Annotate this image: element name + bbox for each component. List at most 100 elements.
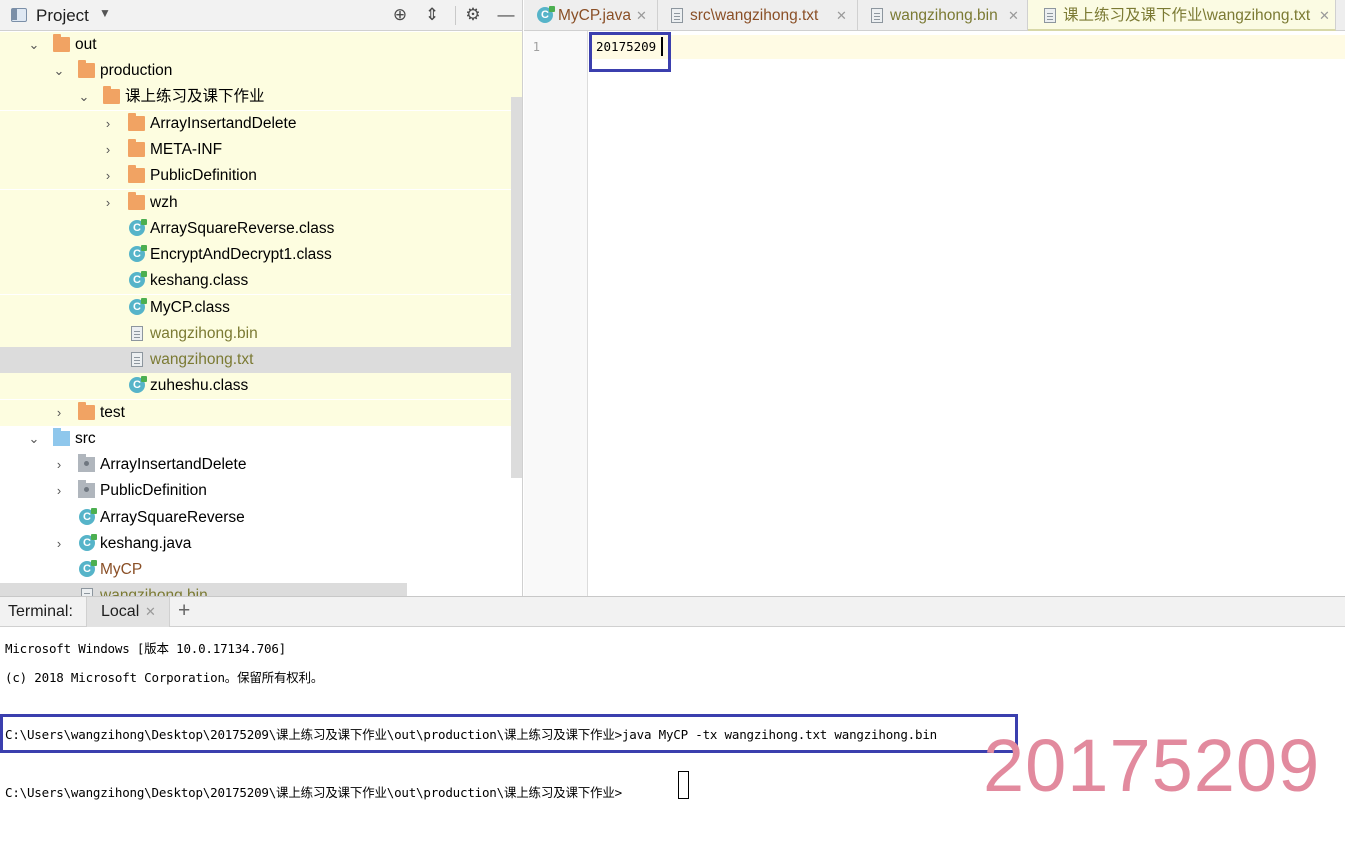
tree-item-mycp-class[interactable]: C MyCP.class xyxy=(0,295,522,321)
tree-item-src-keshang-java[interactable]: › C keshang.java xyxy=(0,531,522,557)
collapse-all-icon[interactable]: ⇕ xyxy=(420,4,444,26)
class-file-icon: C xyxy=(129,298,147,315)
chevron-right-icon[interactable]: › xyxy=(52,531,66,557)
tree-item-label: META-INF xyxy=(150,141,223,158)
tree-item-label: ArraySquareReverse xyxy=(100,509,245,526)
project-panel: Project ▼ ⊕ ⇕ ⚙ — ⌄ out ⌄ production ⌄ 课… xyxy=(0,0,523,596)
tree-item-zuheshu-class[interactable]: C zuheshu.class xyxy=(0,373,522,399)
tree-item-src-publicdefinition[interactable]: › PublicDefinition xyxy=(0,478,522,504)
folder-icon xyxy=(78,60,95,78)
tab-course-wangzihong-txt[interactable]: 课上练习及课下作业\wangzihong.txt ✕ xyxy=(1028,0,1336,31)
folder-icon xyxy=(53,34,70,52)
tree-item-label: zuheshu.class xyxy=(150,377,249,394)
text-file-icon xyxy=(131,326,143,341)
class-file-icon: C xyxy=(129,219,147,236)
new-terminal-button[interactable]: + xyxy=(178,599,190,623)
tree-item-label: ArrayInsertandDelete xyxy=(100,456,247,473)
close-icon[interactable]: ✕ xyxy=(836,0,847,31)
tree-item-meta-inf[interactable]: › META-INF xyxy=(0,137,522,163)
tree-item-label: ArraySquareReverse.class xyxy=(150,220,335,237)
chevron-right-icon[interactable]: › xyxy=(101,111,115,137)
tree-item-wangzihong-txt[interactable]: wangzihong.txt xyxy=(0,347,522,373)
tree-item-label: EncryptAndDecrypt1.class xyxy=(150,246,332,263)
tree-item-encryptanddecrypt1-class[interactable]: C EncryptAndDecrypt1.class xyxy=(0,242,522,268)
chevron-down-icon[interactable]: ⌄ xyxy=(77,84,91,110)
annotation-box xyxy=(0,714,1018,753)
project-panel-title[interactable]: Project xyxy=(36,6,89,26)
tree-item-arraysquarereverse-class[interactable]: C ArraySquareReverse.class xyxy=(0,216,522,242)
close-icon[interactable]: ✕ xyxy=(145,604,156,620)
folder-icon xyxy=(103,86,120,104)
close-icon[interactable]: ✕ xyxy=(1008,0,1019,31)
project-view-icon xyxy=(11,8,27,22)
terminal-line: (c) 2018 Microsoft Corporation。保留所有权利。 xyxy=(5,670,324,685)
folder-icon xyxy=(128,192,145,210)
chevron-right-icon[interactable]: › xyxy=(101,190,115,216)
tree-item-out[interactable]: ⌄ out xyxy=(0,32,522,58)
locate-file-icon[interactable]: ⊕ xyxy=(388,4,412,26)
terminal-line-prompt: C:\Users\wangzihong\Desktop\20175209\课上练… xyxy=(5,785,622,800)
chevron-down-icon[interactable]: ⌄ xyxy=(52,58,66,84)
tree-item-src-arrayinsertanddelete[interactable]: › ArrayInsertandDelete xyxy=(0,452,522,478)
tree-item-label: wangzihong.txt xyxy=(150,351,254,368)
class-file-icon: C xyxy=(537,6,555,23)
tree-item-label: MyCP xyxy=(100,561,143,578)
tree-item-wzh[interactable]: › wzh xyxy=(0,190,522,216)
tree-item-arrayinsertanddelete[interactable]: › ArrayInsertandDelete xyxy=(0,111,522,137)
tree-item-src-wangzihong-bin[interactable]: wangzihong.bin xyxy=(0,583,407,596)
tab-wangzihong-bin[interactable]: wangzihong.bin ✕ xyxy=(858,0,1028,31)
hide-panel-icon[interactable]: — xyxy=(494,4,518,26)
chevron-right-icon[interactable]: › xyxy=(52,452,66,478)
tree-item-keshang-class[interactable]: C keshang.class xyxy=(0,268,522,294)
class-file-icon: C xyxy=(79,508,97,525)
tree-item-production[interactable]: ⌄ production xyxy=(0,58,522,84)
chevron-down-icon[interactable]: ▼ xyxy=(99,6,111,20)
tree-item-label: wangzihong.bin xyxy=(100,587,208,596)
close-icon[interactable]: ✕ xyxy=(636,0,647,31)
tab-mycp-java[interactable]: C MyCP.java ✕ xyxy=(524,0,658,31)
tree-scrollbar[interactable] xyxy=(511,97,522,478)
tree-item-src-mycp[interactable]: C MyCP xyxy=(0,557,522,583)
tab-label: src\wangzihong.txt xyxy=(690,7,819,24)
text-file-icon xyxy=(81,588,93,596)
editor-tab-bar: C MyCP.java ✕ src\wangzihong.txt ✕ wangz… xyxy=(524,0,1345,31)
line-number: 1 xyxy=(532,40,540,54)
text-file-icon xyxy=(131,352,143,367)
tree-item-label: test xyxy=(100,404,125,421)
close-icon[interactable]: ✕ xyxy=(1319,0,1330,31)
chevron-right-icon[interactable]: › xyxy=(101,137,115,163)
chevron-right-icon[interactable]: › xyxy=(101,163,115,189)
project-tree: ⌄ out ⌄ production ⌄ 课上练习及课下作业 › ArrayIn… xyxy=(0,31,522,596)
tree-item-label: keshang.class xyxy=(150,272,249,289)
tab-src-wangzihong-txt[interactable]: src\wangzihong.txt ✕ xyxy=(658,0,858,31)
tree-item-label: PublicDefinition xyxy=(150,167,257,184)
editor-gutter: 1 xyxy=(524,31,588,596)
chevron-right-icon[interactable]: › xyxy=(52,400,66,426)
tree-item-src[interactable]: ⌄ src xyxy=(0,426,522,452)
terminal-output[interactable]: Microsoft Windows [版本 10.0.17134.706] (c… xyxy=(0,627,1345,845)
source-folder-icon xyxy=(53,428,70,446)
tree-item-label: wzh xyxy=(150,194,178,211)
folder-icon xyxy=(128,165,145,183)
tree-item-label: MyCP.class xyxy=(150,299,230,316)
package-icon xyxy=(78,480,95,498)
annotation-box xyxy=(589,32,671,72)
chevron-right-icon[interactable]: › xyxy=(52,478,66,504)
gear-icon[interactable]: ⚙ xyxy=(461,4,485,26)
chevron-down-icon[interactable]: ⌄ xyxy=(27,32,41,58)
tree-item-src-arraysquarereverse[interactable]: C ArraySquareReverse xyxy=(0,505,522,531)
tree-item-course-folder[interactable]: ⌄ 课上练习及课下作业 xyxy=(0,84,522,110)
tree-item-publicdefinition[interactable]: › PublicDefinition xyxy=(0,163,522,189)
class-file-icon: C xyxy=(129,271,147,288)
current-line-highlight xyxy=(589,35,1345,59)
text-file-icon xyxy=(871,8,883,23)
tree-item-label: keshang.java xyxy=(100,535,192,552)
folder-icon xyxy=(128,139,145,157)
chevron-down-icon[interactable]: ⌄ xyxy=(27,426,41,452)
folder-icon xyxy=(78,402,95,420)
tree-item-label: src xyxy=(75,430,96,447)
terminal-tab-local[interactable]: Local ✕ xyxy=(86,597,170,627)
tree-item-test[interactable]: › test xyxy=(0,400,522,426)
tree-item-wangzihong-bin[interactable]: wangzihong.bin xyxy=(0,321,522,347)
editor-area[interactable]: 1 20175209 xyxy=(524,31,1345,596)
